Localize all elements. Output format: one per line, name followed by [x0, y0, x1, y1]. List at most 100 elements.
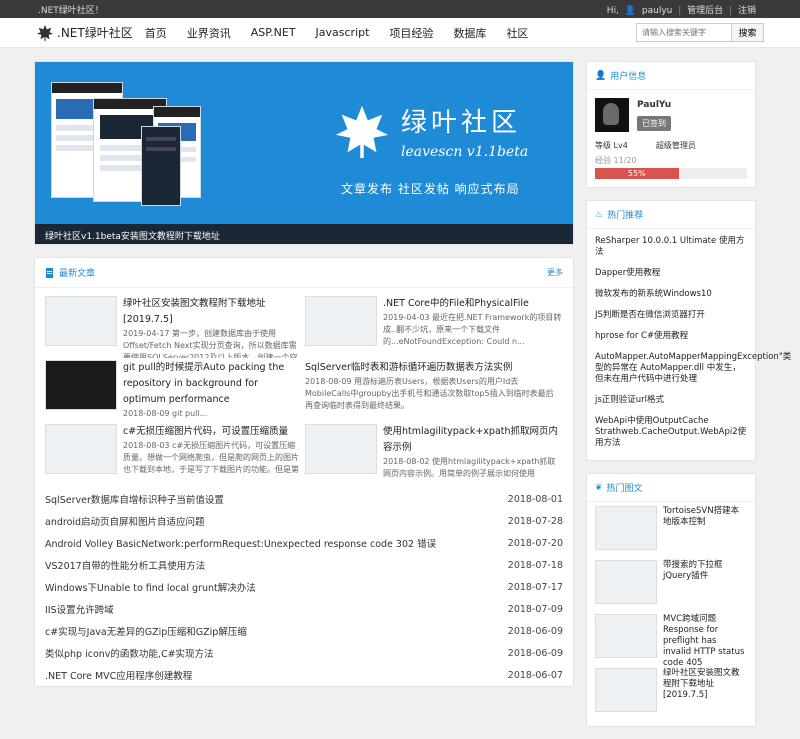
- list-item[interactable]: VS2017自带的性能分析工具使用方法 2018-07-18: [45, 554, 563, 576]
- latest-header: 最新文章 更多: [35, 258, 573, 288]
- signed-in-badge[interactable]: 已签到: [637, 116, 671, 131]
- hot-item[interactable]: 微软发布的新系统Windows10: [595, 284, 747, 305]
- article-thumbnail: [45, 424, 117, 474]
- hot-item[interactable]: Dapper使用教程: [595, 263, 747, 284]
- hot-recommend-header: ♨ 热门推荐: [587, 201, 755, 229]
- hot-picture-thumbnail: [595, 560, 657, 604]
- brand-name: .NET绿叶社区: [57, 26, 133, 40]
- hot-item[interactable]: js正则验证url格式: [595, 390, 747, 411]
- article-summary: 2018-08-02 使用htmlagilitypack+xpath抓取网页内容…: [383, 457, 556, 478]
- search-button[interactable]: 搜索: [732, 23, 764, 42]
- article-title[interactable]: c#无损压缩图片代码，可设置压缩质量: [123, 424, 303, 440]
- hot-item[interactable]: JS判断是否在微信浏览器打开: [595, 305, 747, 326]
- separator: |: [678, 5, 682, 16]
- article-card[interactable]: 绿叶社区安装图文教程附下载地址[2019.7.5] 2019-04-17 第一步…: [45, 296, 305, 358]
- article-card[interactable]: SqlServer临时表和游标循环遍历数据表方法实例 2018-08-09 用游…: [305, 360, 565, 422]
- article-title[interactable]: 使用htmlagilitypack+xpath抓取网页内容示例: [383, 424, 563, 456]
- banner-slide[interactable]: 绿叶社区 leavescn v1.1beta 文章发布 社区发帖 响应式布局 绿…: [34, 61, 574, 245]
- nav-home[interactable]: 首页: [145, 25, 167, 41]
- article-title[interactable]: git pull的时候提示Auto packing the repository…: [123, 360, 303, 408]
- hot-item[interactable]: WebApi中使用OutputCache Strathweb.CacheOutp…: [595, 411, 747, 454]
- list-item-date: 2018-07-28: [507, 515, 563, 527]
- list-item-title[interactable]: Windows下Unable to find local grunt解决办法: [45, 580, 256, 594]
- user-level-row: 等级 Lv4 超级管理员: [595, 140, 747, 151]
- article-card[interactable]: c#无损压缩图片代码，可设置压缩质量 2018-08-03 c#无损压缩图片代码…: [45, 424, 305, 486]
- hot-picture-item[interactable]: 绿叶社区安装图文教程附下载地址[2019.7.5]: [595, 668, 747, 718]
- brand-logo[interactable]: .NET绿叶社区: [36, 24, 133, 42]
- user-icon: 👤: [595, 70, 607, 81]
- nav-database[interactable]: 数据库: [453, 25, 486, 41]
- hot-pictures-title: 热门图文: [606, 484, 643, 494]
- user-name[interactable]: PaulYu: [637, 100, 671, 110]
- article-card[interactable]: git pull的时候提示Auto packing the repository…: [45, 360, 305, 422]
- list-item-title[interactable]: SqlServer数据库自增标识种子当前值设置: [45, 492, 224, 506]
- hot-picture-item[interactable]: MVC跨域问题 Response for preflight has inval…: [595, 614, 747, 668]
- article-summary: 2019-04-17 第一步，创建数据库由于使用Offset/Fetch Nex…: [123, 329, 298, 358]
- separator: |: [729, 5, 733, 16]
- article-card[interactable]: .NET Core中的File和PhysicalFile 2019-04-03 …: [305, 296, 565, 358]
- hot-item[interactable]: ReSharper 10.0.0.1 Ultimate 使用方法: [595, 231, 747, 263]
- list-item[interactable]: SqlServer数据库自增标识种子当前值设置 2018-08-01: [45, 488, 563, 510]
- latest-title: 最新文章: [59, 269, 96, 279]
- list-item[interactable]: Android Volley BasicNetwork:performReque…: [45, 532, 563, 554]
- nav-aspnet[interactable]: ASP.NET: [251, 26, 296, 39]
- article-title[interactable]: SqlServer临时表和游标循环遍历数据表方法实例: [305, 360, 555, 376]
- hot-item[interactable]: AutoMapper.AutoMapperMappingException"类型…: [595, 347, 791, 390]
- list-item-title[interactable]: c#实现与Java无差异的GZip压缩和GZip解压缩: [45, 624, 247, 638]
- article-title[interactable]: 绿叶社区安装图文教程附下载地址[2019.7.5]: [123, 296, 303, 328]
- screenshot-image: [141, 126, 181, 206]
- article-summary: 2018-08-09 用游标遍历表Users，根据表Users的用户Id去Mob…: [305, 377, 554, 410]
- list-item-title[interactable]: Android Volley BasicNetwork:performReque…: [45, 536, 436, 550]
- list-item[interactable]: Windows下Unable to find local grunt解决办法 20…: [45, 576, 563, 598]
- latest-articles: 最新文章 更多 绿叶社区安装图文教程附下载地址[2019.7.5] 2019-0…: [34, 257, 574, 687]
- list-item[interactable]: IIS设置允许跨域 2018-07-09: [45, 598, 563, 620]
- top-bar-user: Hi, 👤 paulyu | 管理后台 | 注销: [604, 3, 756, 16]
- nav-javascript[interactable]: Javascript: [316, 26, 370, 39]
- banner-version: leavescn v1.1beta: [401, 144, 529, 160]
- banner-title: 绿叶社区: [401, 108, 522, 138]
- banner-caption[interactable]: 绿叶社区v1.1beta安装图文教程附下载地址: [35, 224, 573, 244]
- nav-community[interactable]: 社区: [506, 25, 528, 41]
- article-thumbnail: [305, 424, 377, 474]
- list-item-title[interactable]: 类似php iconv的函数功能,C#实现方法: [45, 646, 214, 660]
- article-title[interactable]: .NET Core中的File和PhysicalFile: [383, 296, 563, 312]
- more-link[interactable]: 更多: [547, 267, 563, 278]
- admin-link[interactable]: 管理后台: [687, 6, 723, 16]
- article-thumbnail: [45, 296, 117, 346]
- sidebar: 👤 用户信息 PaulYu 已签到 等级 Lv4 超级管理员 经验 11/20 …: [586, 61, 791, 739]
- list-item-title[interactable]: IIS设置允许跨域: [45, 602, 114, 616]
- flame-icon: ♨: [595, 209, 604, 220]
- list-item[interactable]: .NET Core MVC应用程序创建教程 2018-06-07: [45, 664, 563, 686]
- nav-project-experience[interactable]: 项目经验: [389, 25, 433, 41]
- article-card[interactable]: 使用htmlagilitypack+xpath抓取网页内容示例 2018-08-…: [305, 424, 565, 486]
- exp-progress-fill: 55%: [595, 168, 679, 179]
- username-link[interactable]: paulyu: [642, 6, 672, 16]
- list-item-title[interactable]: VS2017自带的性能分析工具使用方法: [45, 558, 205, 572]
- top-bar: .NET绿叶社区！ Hi, 👤 paulyu | 管理后台 | 注销: [0, 0, 800, 18]
- hot-picture-title[interactable]: 带搜索的下拉框jQuery插件: [663, 560, 747, 610]
- list-item[interactable]: c#实现与Java无差异的GZip压缩和GZip解压缩 2018-06-09: [45, 620, 563, 642]
- hot-picture-item[interactable]: TortoiseSVN搭建本地版本控制: [595, 506, 747, 556]
- nav-industry-news[interactable]: 业界资讯: [187, 25, 231, 41]
- hot-item[interactable]: hprose for C#使用教程: [595, 326, 747, 347]
- hot-picture-title[interactable]: TortoiseSVN搭建本地版本控制: [663, 506, 747, 556]
- hot-picture-title[interactable]: 绿叶社区安装图文教程附下载地址[2019.7.5]: [663, 668, 747, 718]
- user-panel: 👤 用户信息 PaulYu 已签到 等级 Lv4 超级管理员 经验 11/20 …: [586, 61, 756, 188]
- hot-recommend-panel: ♨ 热门推荐 ReSharper 10.0.0.1 Ultimate 使用方法 …: [586, 200, 791, 461]
- avatar[interactable]: [595, 98, 629, 132]
- user-panel-header: 👤 用户信息: [587, 62, 755, 90]
- logout-link[interactable]: 注销: [738, 6, 756, 16]
- list-item-date: 2018-07-17: [507, 581, 563, 593]
- list-item[interactable]: android启动页自屏和图片自适应问题 2018-07-28: [45, 510, 563, 532]
- hot-pictures-list: TortoiseSVN搭建本地版本控制 带搜索的下拉框jQuery插件 MVC跨…: [587, 502, 755, 726]
- article-summary: 2019-04-03 最近在把.NET Framework的项目转成..翻不少坑…: [383, 313, 562, 346]
- banner-tagline: 文章发布 社区发帖 响应式布局: [341, 182, 520, 196]
- list-item[interactable]: 类似php iconv的函数功能,C#实现方法 2018-06-09: [45, 642, 563, 664]
- hot-picture-title[interactable]: MVC跨域问题 Response for preflight has inval…: [663, 614, 747, 668]
- list-item-title[interactable]: android启动页自屏和图片自适应问题: [45, 514, 205, 528]
- hot-recommend-title: 热门推荐: [607, 211, 644, 221]
- search-input[interactable]: [636, 23, 732, 42]
- hot-picture-item[interactable]: 带搜索的下拉框jQuery插件: [595, 560, 747, 610]
- user-icon: 👤: [624, 5, 637, 16]
- document-icon: [45, 267, 54, 278]
